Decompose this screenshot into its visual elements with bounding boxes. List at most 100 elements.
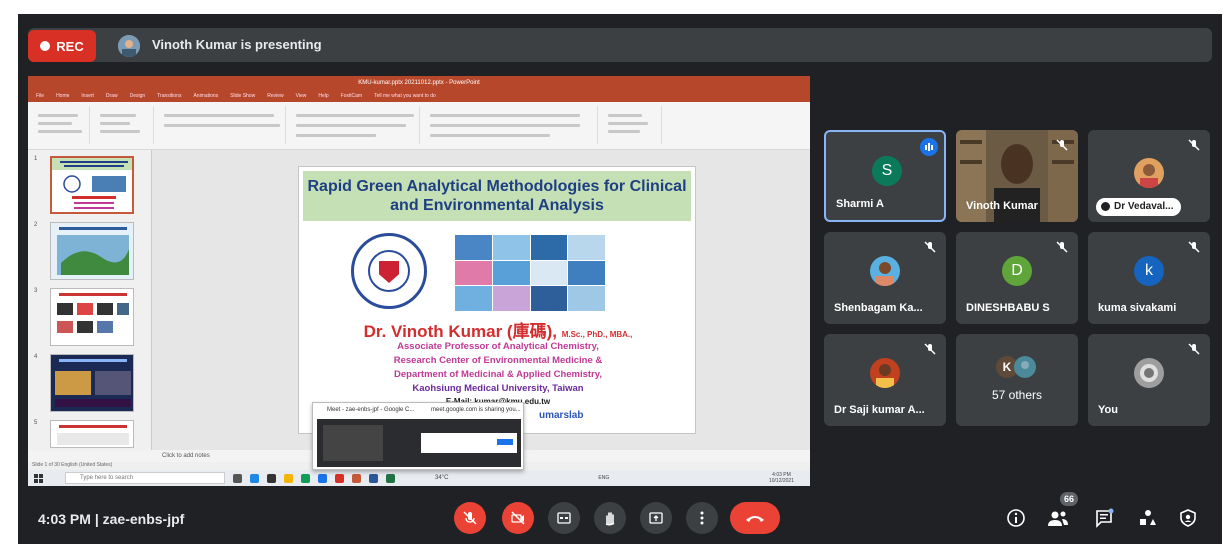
task-view-icon[interactable] <box>233 473 242 483</box>
thumb-number: 5 <box>34 420 38 426</box>
mic-off-icon <box>463 511 477 525</box>
mic-off-icon <box>924 343 936 355</box>
avatar: k <box>1134 256 1164 286</box>
avatar: D <box>1002 256 1032 286</box>
weather-text: 34°C <box>435 475 449 481</box>
thumb-number: 3 <box>34 288 38 294</box>
windows-taskbar: Type here to search 34°C ENG 4:03 PM 10/1… <box>28 470 810 486</box>
store-icon[interactable] <box>267 473 276 483</box>
info-icon <box>1007 509 1025 527</box>
people-count-badge: 66 <box>1060 492 1078 506</box>
shared-screen: KMU-kumar.pptx 20211012.pptx - PowerPoin… <box>28 76 810 486</box>
others-count: 57 others <box>991 388 1043 402</box>
slide-affiliation-line: Associate Professor of Analytical Chemis… <box>397 341 599 352</box>
end-call-icon <box>746 516 764 522</box>
avatar <box>1134 158 1164 188</box>
raise-hand-icon <box>605 512 615 526</box>
ppt-tab: Insert <box>81 93 94 99</box>
thumb-number: 1 <box>34 156 38 162</box>
app-icon[interactable] <box>335 473 344 483</box>
chrome-icon[interactable] <box>301 473 310 483</box>
participant-name: Dr Vedaval... <box>1114 201 1174 212</box>
ppt-tab: Review <box>267 93 284 99</box>
presenter-text: Vinoth Kumar is presenting <box>152 37 322 52</box>
captions-button[interactable] <box>548 502 580 534</box>
participant-tile[interactable]: k kuma sivakami <box>1088 232 1210 324</box>
ppt-tab: View <box>295 93 307 99</box>
edge-icon[interactable] <box>250 473 259 483</box>
participant-tile[interactable]: Vinoth Kumar <box>956 130 1078 222</box>
app-icon[interactable] <box>318 473 327 483</box>
ppt-tab: FoxitCam <box>340 93 363 99</box>
slide-thumbnail[interactable] <box>50 156 134 214</box>
avatar <box>870 358 900 388</box>
participant-tile[interactable]: D DINESHBABU S <box>956 232 1078 324</box>
excel-icon[interactable] <box>386 473 395 483</box>
more-options-button[interactable] <box>686 502 718 534</box>
popup-tab-label[interactable]: Meet - zae-enbs-jpf - Google C... <box>327 407 414 413</box>
popup-tab-label[interactable]: meet.google.com is sharing you... <box>431 407 521 413</box>
mic-off-icon <box>1056 139 1068 151</box>
mic-off-icon <box>1056 241 1068 253</box>
ppt-tab: Animations <box>193 93 219 99</box>
slide-thumbnail[interactable] <box>50 288 134 346</box>
mic-off-icon <box>924 241 936 253</box>
file-explorer-icon[interactable] <box>284 473 293 483</box>
slide-affiliation-line: Research Center of Environmental Medicin… <box>393 355 603 366</box>
participant-tile[interactable]: Shenbagam Ka... <box>824 232 946 324</box>
record-dot-icon <box>40 41 51 51</box>
mic-off-icon <box>1188 139 1200 151</box>
ppt-tab: File <box>36 93 45 99</box>
taskbar-language: ENG <box>598 475 610 481</box>
participant-tile-others[interactable]: K 57 others <box>956 334 1078 426</box>
ppt-tab: Slide Show <box>230 93 256 99</box>
people-button[interactable] <box>1046 506 1070 530</box>
host-controls-button[interactable] <box>1176 506 1200 530</box>
recording-badge[interactable]: REC <box>28 30 96 62</box>
chat-button[interactable] <box>1092 506 1116 530</box>
windows-start-icon[interactable] <box>34 473 43 483</box>
chrome-thumbnail-popup: Meet - zae-enbs-jpf - Google C... meet.g… <box>312 402 524 470</box>
presenter-degrees: M.Sc., PhD., MBA., <box>561 330 633 339</box>
participant-name: You <box>1098 404 1118 416</box>
chat-icon <box>1096 508 1114 528</box>
host-controls-icon <box>1180 509 1196 527</box>
ppt-ribbon-tabs: File Home Insert Draw Design Transitions… <box>28 90 810 102</box>
ppt-tab: Tell me what you want to do <box>374 93 436 99</box>
meeting-code: zae-enbs-jpf <box>102 511 185 527</box>
participant-tile-self[interactable]: You <box>1088 334 1210 426</box>
camera-off-icon <box>511 511 525 525</box>
participant-tile[interactable]: Dr Vedaval... <box>1088 130 1210 222</box>
participant-tile[interactable]: Dr Saji kumar A... <box>824 334 946 426</box>
slide-thumbnail[interactable] <box>50 354 134 412</box>
research-photo-collage <box>455 235 605 311</box>
raise-hand-button[interactable] <box>594 502 626 534</box>
ppt-tab: Help <box>318 93 329 99</box>
current-slide[interactable]: Rapid Green Analytical Methodologies for… <box>298 166 696 434</box>
camera-toggle-button[interactable] <box>502 502 534 534</box>
meeting-details-button[interactable] <box>1004 506 1028 530</box>
taskbar-search-input[interactable]: Type here to search <box>65 472 225 484</box>
taskbar-date: 10/12/2021 <box>768 478 794 484</box>
avatar <box>870 256 900 286</box>
participant-tile[interactable]: S Sharmi A <box>824 130 946 222</box>
popup-preview[interactable] <box>317 419 521 467</box>
slide-title: Rapid Green Analytical Methodologies for… <box>307 178 687 214</box>
mic-toggle-button[interactable] <box>454 502 486 534</box>
powerpoint-icon[interactable] <box>352 473 361 483</box>
mic-off-icon <box>1188 343 1200 355</box>
slide-thumbnails: 1 2 3 4 5 <box>28 150 152 450</box>
ppt-tab: Draw <box>105 93 118 99</box>
slide-thumbnail[interactable] <box>50 420 134 448</box>
ppt-window-title: KMU-kumar.pptx 20211012.pptx - PowerPoin… <box>28 76 810 90</box>
ppt-ribbon <box>28 102 810 150</box>
word-icon[interactable] <box>369 473 378 483</box>
captions-icon <box>557 512 571 524</box>
participant-name: kuma sivakami <box>1098 302 1177 314</box>
present-now-button[interactable] <box>640 502 672 534</box>
activities-button[interactable] <box>1136 506 1160 530</box>
slide-thumbnail[interactable] <box>50 222 134 280</box>
ribbon-slides-group <box>94 106 154 144</box>
leave-call-button[interactable] <box>730 502 780 534</box>
presenter-name: Dr. Vinoth Kumar (庫碼), M.Sc., PhD., MBA.… <box>299 317 697 342</box>
